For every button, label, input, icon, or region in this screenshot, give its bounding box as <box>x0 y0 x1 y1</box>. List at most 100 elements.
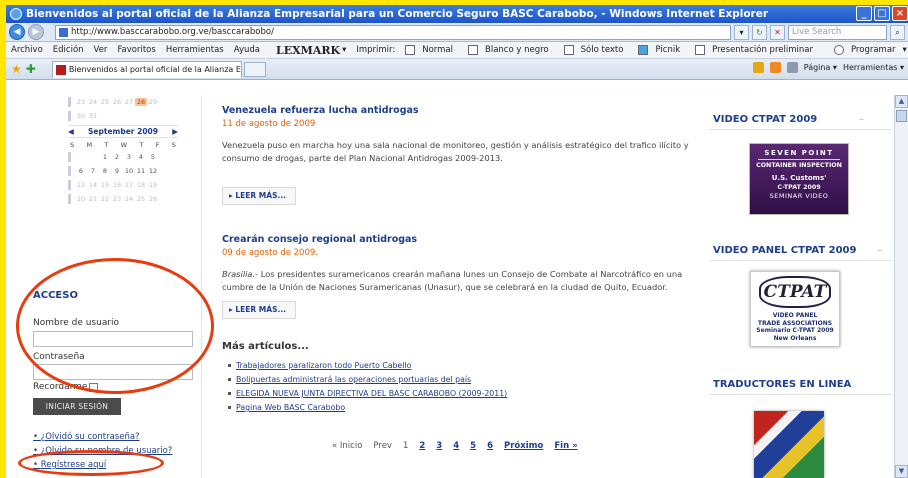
print-normal-button[interactable]: Normal <box>400 45 463 55</box>
login-button[interactable]: INICIAR SESIÓN <box>33 398 121 415</box>
calendar-day[interactable]: 18 <box>135 181 147 189</box>
calendar-day[interactable]: 25 <box>99 98 111 106</box>
favorites-star-icon[interactable]: ★ <box>11 62 22 76</box>
minimize-button[interactable]: _ <box>856 6 872 21</box>
more-article-link-3[interactable]: ELEGIDA NUEVA JUNTA DIRECTIVA DEL BASC C… <box>227 389 507 398</box>
forgot-password-link[interactable]: ¿Olvidó su contraseña? <box>33 432 140 442</box>
window-title: Bienvenidos al portal oficial de la Alia… <box>26 8 769 20</box>
search-icon[interactable]: ⌕ <box>890 24 905 40</box>
more-article-link-4[interactable]: Pagina Web BASC Carabobo <box>227 403 345 412</box>
forward-button[interactable]: ▶ <box>28 24 44 40</box>
calendar-day[interactable]: 24 <box>123 195 135 203</box>
vertical-scrollbar[interactable]: ▲ ▼ <box>894 95 908 478</box>
calendar-day[interactable]: 20 <box>75 195 87 203</box>
calendar-day[interactable]: 23 <box>75 98 87 106</box>
calendar-day[interactable]: 8 <box>99 167 111 175</box>
rss-feed-icon[interactable] <box>769 62 781 73</box>
calendar-day[interactable]: 9 <box>111 167 123 175</box>
calendar-next-icon[interactable]: ▶ <box>172 127 178 136</box>
calendar-day[interactable]: 23 <box>111 195 123 203</box>
pagination-next[interactable]: Próximo <box>504 441 543 451</box>
calendar-header: ◀ September 2009 ▶ <box>68 125 178 138</box>
calendar-day[interactable]: 15 <box>99 181 111 189</box>
calendar-day[interactable]: 24 <box>87 98 99 106</box>
pagination-page-6[interactable]: 6 <box>487 441 493 451</box>
calendar-day[interactable]: 19 <box>147 181 159 189</box>
menu-ayuda[interactable]: Ayuda <box>229 45 265 55</box>
article-2-title[interactable]: Crearán consejo regional antidrogas <box>222 234 712 245</box>
menu-edicion[interactable]: Edición <box>48 45 89 55</box>
flags-image[interactable] <box>754 411 824 478</box>
menu-archivo[interactable]: Archivo <box>6 45 48 55</box>
close-button[interactable]: × <box>892 6 908 21</box>
collapse-icon-2[interactable]: – <box>877 241 882 261</box>
pagination-page-5[interactable]: 5 <box>470 441 476 451</box>
calendar-week: 6 7 8 9 10 11 12 <box>68 164 178 178</box>
calendar-day[interactable]: 4 <box>135 153 147 161</box>
calendar-day[interactable]: 1 <box>99 153 111 161</box>
stop-icon[interactable]: ✕ <box>770 24 785 40</box>
calendar-day[interactable]: 17 <box>123 181 135 189</box>
refresh-icon[interactable]: ↻ <box>752 24 767 40</box>
search-input[interactable]: Live Search <box>788 24 887 40</box>
article-1-title[interactable]: Venezuela refuerza lucha antidrogas <box>222 105 712 116</box>
video-ctpat-thumbnail[interactable]: SEVEN POINT CONTAINER INSPECTION U.S. Cu… <box>749 143 849 215</box>
scroll-up-icon[interactable]: ▲ <box>895 95 908 108</box>
print-icon[interactable] <box>786 62 798 73</box>
address-bar[interactable]: http://www.basccarabobo.org.ve/basccarab… <box>55 24 731 40</box>
pagination-page-4[interactable]: 4 <box>453 441 459 451</box>
calendar-day[interactable]: 5 <box>147 153 159 161</box>
pagination-page-3[interactable]: 3 <box>436 441 442 451</box>
calendar-day[interactable]: 25 <box>135 195 147 203</box>
calendar-day[interactable]: 12 <box>147 167 159 175</box>
article-1-read-more-button[interactable]: ▸ LEER MÁS... <box>222 187 296 205</box>
picnik-button[interactable]: Picnik <box>633 45 690 55</box>
video-panel-thumbnail[interactable]: CTPAT VIDEO PANEL TRADE ASSOCIATIONS Sem… <box>750 271 840 347</box>
calendar-day[interactable]: 2 <box>111 153 123 161</box>
calendar-day[interactable]: 22 <box>99 195 111 203</box>
pagination-prev[interactable]: Prev <box>373 441 392 451</box>
calendar-day[interactable]: 31 <box>87 112 99 120</box>
print-bw-button[interactable]: Blanco y negro <box>463 45 559 55</box>
home-icon[interactable] <box>752 62 764 73</box>
pagination-page-2[interactable]: 2 <box>419 441 425 451</box>
calendar-day[interactable]: 13 <box>75 181 87 189</box>
calendar-day[interactable]: 30 <box>75 112 87 120</box>
calendar-day[interactable]: 26 <box>111 98 123 106</box>
menu-ver[interactable]: Ver <box>89 45 113 55</box>
menu-herramientas[interactable]: Herramientas <box>161 45 229 55</box>
calendar-day[interactable]: 3 <box>123 153 135 161</box>
calendar-prev-icon[interactable]: ◀ <box>68 127 74 136</box>
new-tab-button[interactable] <box>243 61 266 77</box>
scroll-down-icon[interactable]: ▼ <box>895 465 908 478</box>
tab-active[interactable]: Bienvenidos al portal oficial de la Alia… <box>51 60 242 78</box>
schedule-button[interactable]: Programar ▾ <box>829 45 908 55</box>
maximize-button[interactable]: □ <box>874 6 890 21</box>
calendar-day[interactable]: 14 <box>87 181 99 189</box>
print-text-only-button[interactable]: Sólo texto <box>559 45 634 55</box>
calendar-day[interactable]: 29 <box>147 98 159 106</box>
more-article-link-1[interactable]: Trabajadores paralizaron todo Puerto Cab… <box>227 361 411 370</box>
calendar-day[interactable]: 26 <box>147 195 159 203</box>
calendar-day[interactable]: 16 <box>111 181 123 189</box>
calendar-day[interactable]: 11 <box>135 167 147 175</box>
tools-menu[interactable]: Herramientas ▾ <box>843 63 904 72</box>
collapse-icon[interactable]: – <box>859 110 864 130</box>
page-menu[interactable]: Página ▾ <box>804 63 837 72</box>
calendar-day[interactable]: 7 <box>87 167 99 175</box>
calendar-day[interactable]: 6 <box>75 167 87 175</box>
article-2-read-more-button[interactable]: ▸ LEER MÁS... <box>222 301 296 319</box>
menu-favoritos[interactable]: Favoritos <box>112 45 160 55</box>
calendar-day[interactable]: 27 <box>123 98 135 106</box>
scroll-thumb[interactable] <box>896 110 907 122</box>
address-dropdown-icon[interactable]: ▾ <box>734 24 749 40</box>
more-article-link-2[interactable]: Bolipuertas administrará las operaciones… <box>227 375 471 384</box>
calendar-day[interactable]: 10 <box>123 167 135 175</box>
pagination-end[interactable]: Fin » <box>554 441 577 451</box>
back-button[interactable]: ◀ <box>9 24 25 40</box>
add-favorites-icon[interactable]: ✚ <box>26 62 36 76</box>
calendar-day[interactable]: 28 <box>135 98 147 106</box>
pagination-start[interactable]: « Inicio <box>332 441 362 451</box>
print-preview-button[interactable]: Presentación preliminar <box>690 45 823 55</box>
calendar-day[interactable]: 21 <box>87 195 99 203</box>
